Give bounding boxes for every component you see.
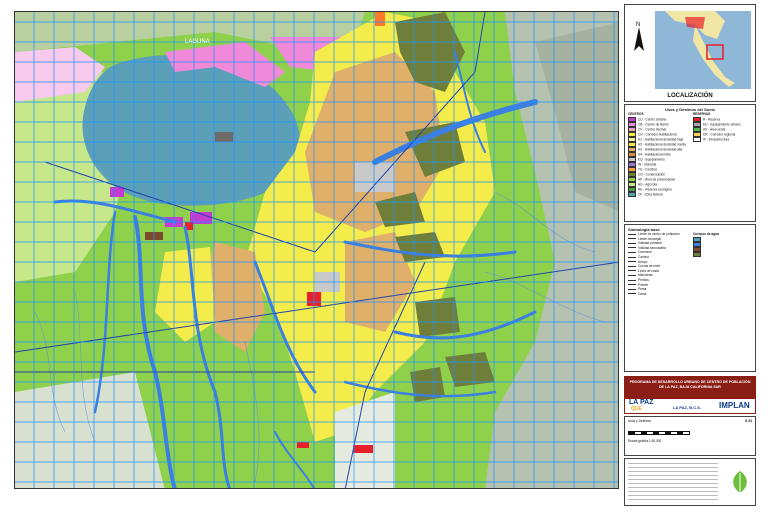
location-inset-map [655,11,751,89]
brand-lapaz-sub: QUE [631,406,642,412]
legend-label: TU - Turístico [638,166,658,171]
brand-municipio: LA PAZ, B.C.S. [673,405,701,410]
base-symbol-item: Canal [628,292,689,297]
localization-box: N LOCALIZACIÓN [624,4,756,102]
line-symbol-icon [628,284,636,286]
line-symbol-icon [628,288,636,290]
legend-swatch [628,191,636,197]
legend-label: R - Reserva [702,116,720,121]
line-symbol-icon [628,233,636,235]
legend-col2-item: IF - Infraestructura [692,136,752,142]
localization-title: LOCALIZACIÓN [667,93,713,99]
legend-swatch [692,136,701,142]
lagoon-label: LAGUNA [185,39,210,45]
line-symbol-icon [628,279,636,281]
legend-label: CU - Centro Urbano [638,116,667,121]
scale-note: Escala gráfica 1:50,000 [628,439,662,443]
legend-label: AP - Área de preservación [638,176,676,181]
legend-label: RE - Reserva ecológica [638,186,672,191]
line-symbol-icon [628,293,636,295]
legend-panel: N LOCALIZACIÓN Usos y Destinos del Suelo… [624,4,756,508]
brand-lapaz: LA PAZ [629,399,654,406]
credits-text-block [628,463,718,501]
legend-label: AG - Agrícola [638,181,657,186]
legend-col1-item: H2 - Habitacional densidad media [628,141,689,147]
land-use-legend: Usos y Destinos del Suelo CENTROS CU - C… [624,104,756,222]
line-symbol-icon [628,275,636,276]
line-symbol-icon [628,265,636,267]
line-symbol-icon [628,261,636,263]
map-info-box: Usos y Destinos E-02 Escala gráfica 1:50… [624,416,756,456]
legend-col1-item: H1 - Habitacional densidad baja [628,136,689,142]
legend-label: ZF - Zona federal [638,191,663,196]
line-symbol-icon [628,270,636,272]
credits-box [624,458,756,506]
program-title: PROGRAMA DE DESARROLLO URBANO DE CENTRO … [629,380,751,389]
svg-text:N: N [636,22,640,28]
map-canvas[interactable]: LAGUNA [14,11,619,489]
line-symbol-icon [628,242,636,244]
north-arrow-icon: N [634,22,644,51]
leaf-logo-icon [733,471,747,493]
legend-label: H4 - Habitacional mixto [638,151,671,156]
legend-col1-item: ZF - Zona federal [628,191,689,197]
map-name: Usos y Destinos [628,419,652,423]
legend-label: CR - Corredor regional [702,131,736,136]
legend-label: EQ - Equipamiento [638,156,665,161]
legend-label: CH - Corredor Habitacional [638,131,677,136]
legend-label: H3 - Habitacional densidad alta [638,146,683,151]
program-title-box: PROGRAMA DE DESARROLLO URBANO DE CENTRO … [624,376,756,414]
legend-col1-item: H3 - Habitacional densidad alta [628,146,689,152]
legend-label: IN - Industria [638,161,657,166]
legend-label: CO - Conservación [638,171,666,176]
line-symbol-icon [628,252,636,254]
legend-label: H1 - Habitacional densidad baja [638,136,684,141]
line-symbol-icon [628,238,636,240]
legend-label: CV - Centro Vecinal [638,126,666,131]
legend-label: CB - Centro de Barrio [638,121,669,126]
legend-label: EU - Equipamiento urbano [702,121,741,126]
line-symbol-icon [628,247,636,249]
base-symbology: Simbología base Límite de centro de pobl… [624,224,756,372]
brand-implan: IMPLAN [719,401,750,410]
land-use-map: LAGUNA [15,12,618,488]
legend-label: IF - Infraestructura [702,136,730,141]
map-number: E-02 [745,419,752,423]
legend-label: AV - Área verde [702,126,726,131]
line-symbol-icon [628,256,636,258]
scale-bar [628,431,690,435]
legend-label: H2 - Habitacional densidad media [638,141,686,146]
